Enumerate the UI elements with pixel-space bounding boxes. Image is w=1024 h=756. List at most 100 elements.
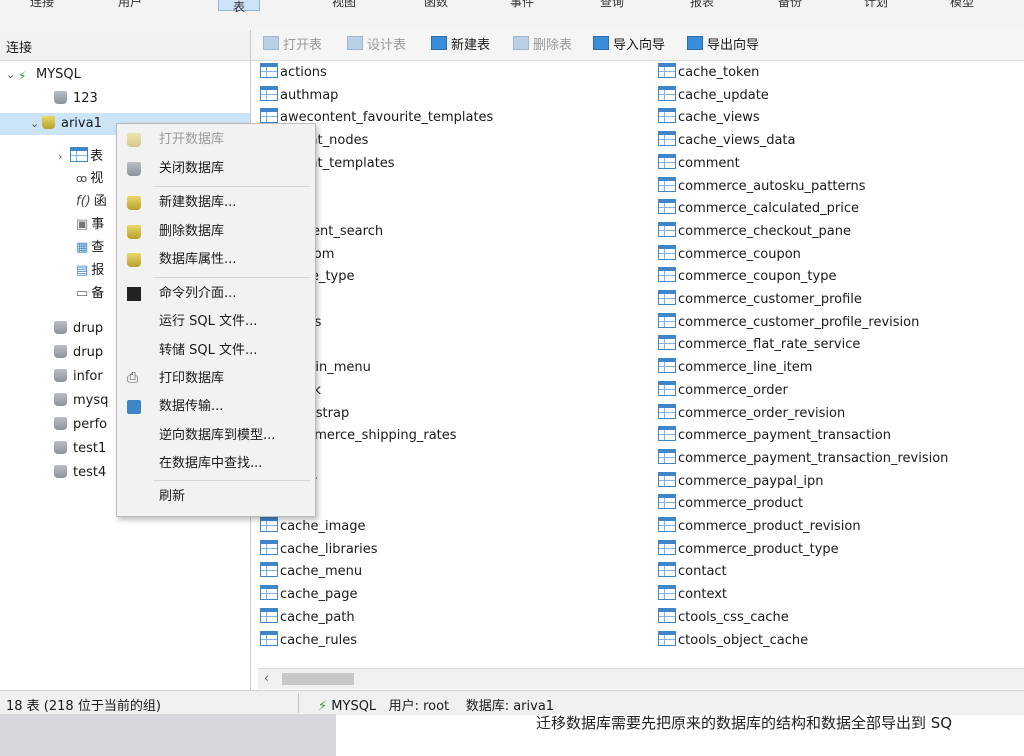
chevron-down-icon[interactable]: ⌄ bbox=[6, 64, 18, 86]
ribbon-tab-function[interactable]: 函数 bbox=[424, 0, 448, 9]
table-icon bbox=[260, 562, 278, 578]
horizontal-scrollbar[interactable]: ‹ bbox=[258, 668, 1024, 689]
ribbon-tab-user[interactable]: 用户 bbox=[118, 0, 142, 9]
table-icon bbox=[658, 380, 676, 396]
tree-backups[interactable]: ▭ 备 bbox=[76, 283, 104, 305]
import-wizard-button[interactable]: 导入向导 bbox=[593, 36, 665, 54]
table-name: commerce_customer_profile bbox=[678, 292, 862, 307]
table-item[interactable]: commerce_paypal_ipn bbox=[658, 471, 823, 493]
ribbon-tab-view[interactable]: 视图 bbox=[332, 0, 356, 9]
table-item[interactable]: actions bbox=[260, 62, 327, 84]
ribbon-tab-connect[interactable]: 连接 bbox=[30, 0, 54, 9]
tree-db-test1[interactable]: test1 bbox=[54, 438, 106, 460]
table-icon bbox=[658, 199, 676, 215]
table-item[interactable]: commerce_checkout_pane bbox=[658, 221, 851, 243]
tree-db-test4[interactable]: test4 bbox=[54, 462, 106, 484]
new-table-button[interactable]: 新建表 bbox=[431, 36, 490, 54]
menu-close-database[interactable]: 关闭数据库 bbox=[117, 157, 315, 181]
table-icon bbox=[260, 607, 278, 623]
tree-connection-mysql[interactable]: ⌄ ⚡ MYSQL bbox=[6, 64, 246, 86]
table-item[interactable]: cache_image bbox=[260, 516, 366, 538]
chevron-right-icon[interactable]: › bbox=[58, 146, 70, 168]
table-item[interactable]: cache_menu bbox=[260, 561, 362, 583]
menu-find-in-database[interactable]: 在数据库中查找... bbox=[117, 452, 315, 476]
tree-tables[interactable]: › 表 bbox=[58, 146, 103, 168]
console-icon bbox=[127, 287, 141, 301]
menu-run-sql-file[interactable]: 运行 SQL 文件... bbox=[117, 310, 315, 334]
database-icon bbox=[54, 321, 67, 334]
tree-queries[interactable]: ▦ 查 bbox=[76, 237, 104, 259]
tree-views[interactable]: ꝏ视 bbox=[76, 168, 103, 190]
table-icon bbox=[260, 63, 278, 78]
tree-events[interactable]: ▣ 事 bbox=[76, 214, 104, 236]
table-item[interactable]: authmap bbox=[260, 85, 338, 107]
table-item[interactable]: commerce_flat_rate_service bbox=[658, 334, 860, 356]
table-item[interactable]: commerce_line_item bbox=[658, 357, 812, 379]
table-item[interactable]: cache_token bbox=[658, 62, 759, 84]
menu-reverse-to-model[interactable]: 逆向数据库到模型... bbox=[117, 424, 315, 448]
table-item[interactable]: cache_update bbox=[658, 85, 769, 107]
tree-db-perfo[interactable]: perfo bbox=[54, 414, 107, 436]
tree-db-123[interactable]: 123 bbox=[54, 88, 244, 110]
table-item[interactable]: commerce_calculated_price bbox=[658, 198, 859, 220]
tree-functions[interactable]: f() 函 bbox=[76, 191, 107, 213]
ribbon-tab-table[interactable]: 表 bbox=[218, 0, 261, 14]
table-item[interactable]: commerce_order bbox=[658, 380, 788, 402]
menu-open-database[interactable]: 打开数据库 bbox=[117, 128, 315, 152]
table-item[interactable]: contact bbox=[658, 561, 727, 583]
ribbon-tab-backup[interactable]: 备份 bbox=[778, 0, 802, 9]
menu-print-database[interactable]: ⎙ 打印数据库 bbox=[117, 367, 315, 391]
table-icon bbox=[658, 63, 676, 78]
menu-refresh[interactable]: 刷新 bbox=[117, 485, 315, 509]
function-icon: f() bbox=[76, 194, 91, 209]
scroll-left-arrow-icon[interactable]: ‹ bbox=[264, 671, 269, 685]
export-wizard-button[interactable]: 导出向导 bbox=[687, 36, 759, 54]
delete-table-button[interactable]: 删除表 bbox=[513, 36, 572, 54]
table-item[interactable]: ctools_css_cache bbox=[658, 607, 789, 629]
open-table-button[interactable]: 打开表 bbox=[263, 36, 322, 54]
menu-database-properties[interactable]: 数据库属性... bbox=[117, 248, 315, 272]
table-item[interactable]: cache_views_data bbox=[658, 130, 796, 152]
table-item[interactable]: comment bbox=[658, 153, 740, 175]
database-open-icon bbox=[42, 116, 55, 129]
table-item[interactable]: commerce_customer_profile_revision bbox=[658, 312, 919, 334]
menu-console[interactable]: 命令列介面... bbox=[117, 282, 315, 306]
table-item[interactable]: cache_path bbox=[260, 607, 355, 629]
table-item[interactable]: ctools_object_cache bbox=[658, 630, 808, 652]
ribbon-tab-query[interactable]: 查询 bbox=[600, 0, 624, 9]
menu-data-transfer[interactable]: 数据传输... bbox=[117, 395, 315, 419]
table-item[interactable]: commerce_product_revision bbox=[658, 516, 861, 538]
ribbon-tab-model[interactable]: 模型 bbox=[950, 0, 974, 9]
table-item[interactable]: commerce_order_revision bbox=[658, 403, 845, 425]
scrollbar-thumb[interactable] bbox=[282, 673, 354, 685]
tree-db-mysq[interactable]: mysq bbox=[54, 390, 108, 412]
ribbon-tab-schedule[interactable]: 计划 bbox=[864, 0, 888, 9]
ribbon-tab-event[interactable]: 事件 bbox=[510, 0, 534, 9]
table-item[interactable]: commerce_payment_transaction_revision bbox=[658, 448, 948, 470]
tree-db-drup-1[interactable]: drup bbox=[54, 318, 103, 340]
table-item[interactable]: commerce_coupon_type bbox=[658, 266, 836, 288]
table-item[interactable]: cache_rules bbox=[260, 630, 357, 652]
menu-dump-sql-file[interactable]: 转储 SQL 文件... bbox=[117, 339, 315, 363]
table-item[interactable]: commerce_coupon bbox=[658, 244, 801, 266]
ribbon-tab-report[interactable]: 报表 bbox=[690, 0, 714, 9]
menu-delete-database[interactable]: 删除数据库 bbox=[117, 220, 315, 244]
table-item[interactable]: commerce_autosku_patterns bbox=[658, 176, 866, 198]
table-item[interactable]: commerce_payment_transaction bbox=[658, 425, 891, 447]
table-icon bbox=[658, 585, 676, 601]
tree-reports[interactable]: ▤ 报 bbox=[76, 260, 104, 282]
table-item[interactable]: cache_views bbox=[658, 107, 760, 129]
tree-db-infor[interactable]: infor bbox=[54, 366, 103, 388]
table-icon bbox=[658, 471, 676, 487]
table-item[interactable]: commerce_customer_profile bbox=[658, 289, 862, 311]
table-item[interactable]: context bbox=[658, 584, 727, 606]
table-item[interactable]: commerce_product bbox=[658, 493, 803, 515]
chevron-down-icon[interactable]: ⌄ bbox=[30, 113, 42, 135]
table-item[interactable]: commerce_product_type bbox=[658, 539, 839, 561]
table-item[interactable]: cache_page bbox=[260, 584, 357, 606]
menu-new-database[interactable]: 新建数据库... bbox=[117, 191, 315, 215]
design-table-button[interactable]: 设计表 bbox=[347, 36, 406, 54]
table-item[interactable]: cache_libraries bbox=[260, 539, 378, 561]
table-name: cache_image bbox=[280, 519, 366, 534]
tree-db-drup-2[interactable]: drup bbox=[54, 342, 103, 364]
